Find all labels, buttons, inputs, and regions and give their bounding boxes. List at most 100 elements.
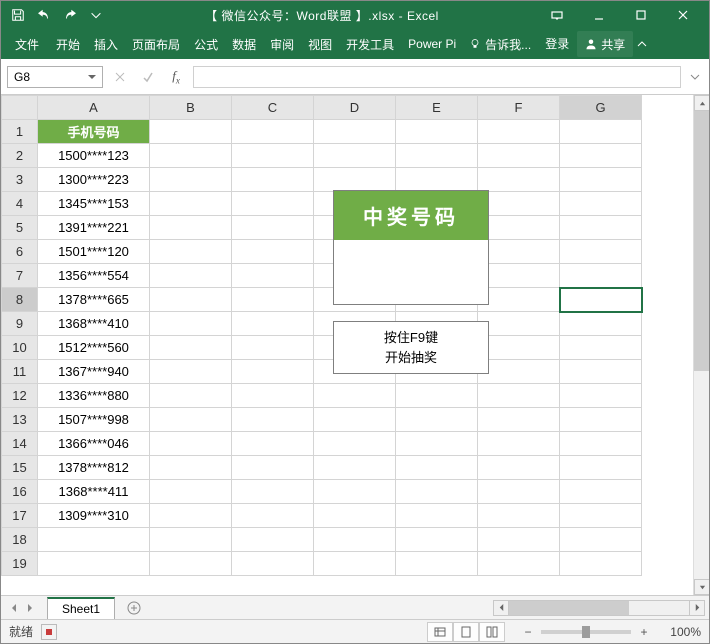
row-header[interactable]: 14 [2, 432, 38, 456]
sheet-tab-active[interactable]: Sheet1 [47, 597, 115, 619]
undo-icon[interactable] [33, 4, 55, 26]
cell-A4[interactable]: 1345****153 [38, 192, 150, 216]
tab-pagelayout[interactable]: 页面布局 [125, 29, 187, 59]
qat-customize-icon[interactable] [85, 4, 107, 26]
row-header[interactable]: 18 [2, 528, 38, 552]
add-sheet-icon[interactable] [123, 597, 145, 619]
tab-powerpivot[interactable]: Power Pi [401, 29, 463, 59]
row-header[interactable]: 16 [2, 480, 38, 504]
scroll-down-icon[interactable] [694, 579, 709, 595]
collapse-ribbon-icon[interactable] [633, 29, 651, 59]
scroll-thumb[interactable] [694, 111, 709, 371]
spreadsheet-grid[interactable]: A B C D E F G 1手机号码 21500****123 31300**… [1, 95, 642, 576]
row-header[interactable]: 13 [2, 408, 38, 432]
row-header[interactable]: 1 [2, 120, 38, 144]
row-header[interactable]: 15 [2, 456, 38, 480]
cell-A16[interactable]: 1368****411 [38, 480, 150, 504]
scroll-right-icon[interactable] [689, 600, 705, 616]
tab-home[interactable]: 开始 [49, 29, 87, 59]
row-header[interactable]: 10 [2, 336, 38, 360]
cell-A6[interactable]: 1501****120 [38, 240, 150, 264]
tell-me-box[interactable]: 告诉我... [463, 29, 537, 59]
row-header[interactable]: 19 [2, 552, 38, 576]
prev-sheet-icon[interactable] [7, 601, 21, 615]
name-box[interactable]: G8 [7, 66, 103, 88]
cell-A1[interactable]: 手机号码 [38, 120, 150, 144]
cell-A7[interactable]: 1356****554 [38, 264, 150, 288]
row-header[interactable]: 8 [2, 288, 38, 312]
enter-formula-icon[interactable] [137, 66, 159, 88]
share-label: 共享 [601, 36, 625, 53]
tab-formulas[interactable]: 公式 [187, 29, 225, 59]
signin-link[interactable]: 登录 [537, 29, 577, 59]
cell-A3[interactable]: 1300****223 [38, 168, 150, 192]
cancel-formula-icon[interactable] [109, 66, 131, 88]
col-header-B[interactable]: B [150, 96, 232, 120]
row-header[interactable]: 4 [2, 192, 38, 216]
select-all-cell[interactable] [2, 96, 38, 120]
prize-box[interactable]: 中奖号码 [333, 190, 489, 305]
tab-view[interactable]: 视图 [301, 29, 339, 59]
cell-A13[interactable]: 1507****998 [38, 408, 150, 432]
page-break-view-icon[interactable] [479, 622, 505, 642]
instruction-box[interactable]: 按住F9键 开始抽奖 [333, 321, 489, 374]
insert-function-icon[interactable]: fx [165, 66, 187, 88]
tab-insert[interactable]: 插入 [87, 29, 125, 59]
page-layout-view-icon[interactable] [453, 622, 479, 642]
col-header-E[interactable]: E [396, 96, 478, 120]
scroll-left-icon[interactable] [493, 600, 509, 616]
horizontal-scrollbar[interactable] [145, 600, 709, 616]
row-header[interactable]: 6 [2, 240, 38, 264]
zoom-percent[interactable]: 100% [657, 625, 701, 639]
normal-view-icon[interactable] [427, 622, 453, 642]
tab-developer[interactable]: 开发工具 [339, 29, 401, 59]
cell-A12[interactable]: 1336****880 [38, 384, 150, 408]
tab-file[interactable]: 文件 [5, 29, 49, 59]
col-header-C[interactable]: C [232, 96, 314, 120]
zoom-slider[interactable] [541, 630, 631, 634]
zoom-out-icon[interactable]: − [521, 625, 535, 639]
dropdown-icon [88, 73, 96, 81]
cell-A9[interactable]: 1368****410 [38, 312, 150, 336]
vertical-scrollbar[interactable] [693, 95, 709, 595]
minimize-button[interactable] [579, 1, 619, 29]
cell-A15[interactable]: 1378****812 [38, 456, 150, 480]
sheet-nav [1, 601, 43, 615]
cell-A2[interactable]: 1500****123 [38, 144, 150, 168]
zoom-in-icon[interactable]: + [637, 625, 651, 639]
tab-data[interactable]: 数据 [225, 29, 263, 59]
col-header-G[interactable]: G [560, 96, 642, 120]
cell-A14[interactable]: 1366****046 [38, 432, 150, 456]
next-sheet-icon[interactable] [23, 601, 37, 615]
col-header-A[interactable]: A [38, 96, 150, 120]
tab-review[interactable]: 审阅 [263, 29, 301, 59]
close-button[interactable] [663, 1, 703, 29]
formula-bar[interactable] [193, 66, 681, 88]
scroll-up-icon[interactable] [694, 95, 709, 111]
row-header[interactable]: 3 [2, 168, 38, 192]
row-header[interactable]: 11 [2, 360, 38, 384]
person-icon [585, 38, 597, 50]
macro-record-icon[interactable] [41, 624, 57, 640]
maximize-button[interactable] [621, 1, 661, 29]
row-header[interactable]: 7 [2, 264, 38, 288]
cell-G8-active[interactable] [560, 288, 642, 312]
col-header-F[interactable]: F [478, 96, 560, 120]
row-header[interactable]: 17 [2, 504, 38, 528]
hscroll-thumb[interactable] [509, 601, 629, 615]
share-button[interactable]: 共享 [577, 31, 633, 57]
row-header[interactable]: 9 [2, 312, 38, 336]
row-header[interactable]: 5 [2, 216, 38, 240]
redo-icon[interactable] [59, 4, 81, 26]
expand-formula-bar-icon[interactable] [687, 66, 703, 88]
cell-A8[interactable]: 1378****665 [38, 288, 150, 312]
row-header[interactable]: 2 [2, 144, 38, 168]
cell-A10[interactable]: 1512****560 [38, 336, 150, 360]
cell-A5[interactable]: 1391****221 [38, 216, 150, 240]
row-header[interactable]: 12 [2, 384, 38, 408]
ribbon-options-icon[interactable] [537, 1, 577, 29]
col-header-D[interactable]: D [314, 96, 396, 120]
cell-A17[interactable]: 1309****310 [38, 504, 150, 528]
cell-A11[interactable]: 1367****940 [38, 360, 150, 384]
save-icon[interactable] [7, 4, 29, 26]
